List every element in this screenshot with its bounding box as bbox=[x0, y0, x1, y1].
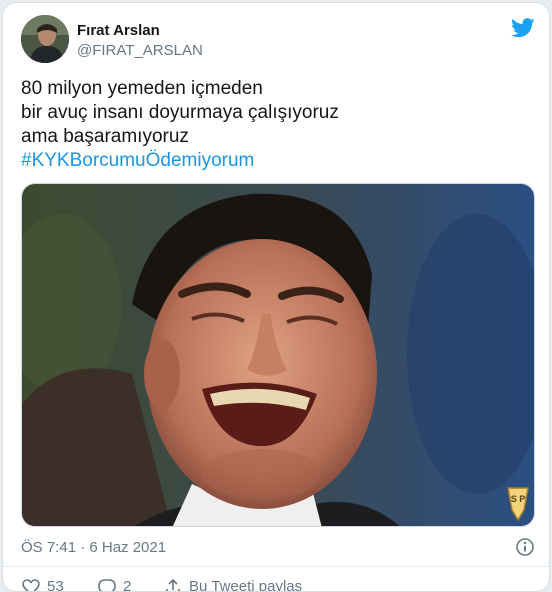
twitter-bird-icon[interactable] bbox=[511, 17, 535, 39]
info-icon[interactable] bbox=[515, 537, 535, 557]
tweet-photo[interactable]: S P bbox=[21, 183, 535, 527]
author-handle[interactable]: @FIRAT_ARSLAN bbox=[77, 42, 203, 59]
reply-icon bbox=[98, 579, 116, 591]
tweet-card: Fırat Arslan @FIRAT_ARSLAN 80 milyon yem… bbox=[2, 2, 550, 592]
share-icon bbox=[166, 578, 180, 591]
tweet-timestamp[interactable]: ÖS 7:41 · 6 Haz 2021 bbox=[21, 539, 166, 556]
author-name[interactable]: Fırat Arslan bbox=[77, 22, 160, 39]
tweet-line: 80 milyon yemeden içmeden bbox=[21, 78, 263, 99]
hashtag-link[interactable]: #KYKBorcumuÖdemiyorum bbox=[21, 149, 521, 173]
reply-count: 2 bbox=[123, 578, 132, 592]
divider bbox=[3, 566, 549, 567]
tweet-line: bir avuç insanı doyurmaya çalışıyoruz bbox=[21, 102, 339, 123]
share-label: Bu Tweeti paylaş bbox=[189, 578, 303, 592]
heart-icon bbox=[22, 579, 40, 591]
watermark-text: S P bbox=[511, 494, 526, 504]
like-count: 53 bbox=[47, 578, 64, 592]
tweet-text: 80 milyon yemeden içmeden bir avuç insan… bbox=[21, 77, 521, 173]
tweet-line: ama başaramıyoruz bbox=[21, 126, 189, 147]
author-avatar[interactable] bbox=[21, 15, 69, 63]
